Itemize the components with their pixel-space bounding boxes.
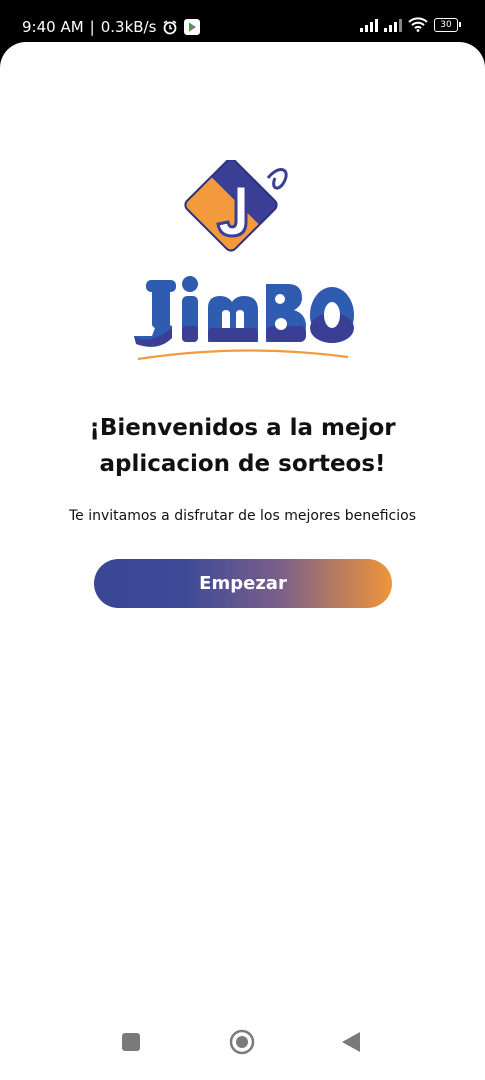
welcome-line-2: aplicacion de sorteos! bbox=[99, 451, 386, 477]
start-button[interactable]: Empezar bbox=[94, 559, 392, 608]
status-time: 9:40 AM bbox=[22, 18, 84, 36]
battery-icon: 30 bbox=[434, 17, 461, 32]
signal-icon bbox=[384, 18, 402, 32]
status-bar: 9:40 AM | 0.3kB/s 30 bbox=[0, 0, 485, 46]
back-triangle-icon[interactable] bbox=[331, 1022, 371, 1062]
battery-level: 30 bbox=[434, 17, 458, 32]
home-circle-icon[interactable] bbox=[222, 1022, 262, 1062]
jimbo-logo bbox=[128, 158, 358, 365]
signal-icon bbox=[360, 18, 378, 32]
welcome-line-1: ¡Bienvenidos a la mejor bbox=[89, 415, 396, 441]
start-button-label: Empezar bbox=[199, 573, 287, 594]
status-separator: | bbox=[89, 18, 95, 36]
play-store-icon bbox=[184, 19, 201, 35]
navigation-bar bbox=[0, 1022, 485, 1080]
status-speed: 0.3kB/s bbox=[100, 18, 157, 36]
recents-square-icon[interactable] bbox=[111, 1022, 151, 1062]
status-left: 9:40 AM | 0.3kB/s bbox=[22, 17, 201, 37]
welcome-screen: ¡Bienvenidos a la mejor aplicacion de so… bbox=[0, 42, 485, 1080]
welcome-heading: ¡Bienvenidos a la mejor aplicacion de so… bbox=[0, 410, 485, 482]
alarm-icon bbox=[162, 19, 178, 35]
status-right: 30 bbox=[360, 17, 461, 32]
welcome-subtitle: Te invitamos a disfrutar de los mejores … bbox=[68, 508, 417, 524]
wifi-icon bbox=[408, 17, 428, 32]
